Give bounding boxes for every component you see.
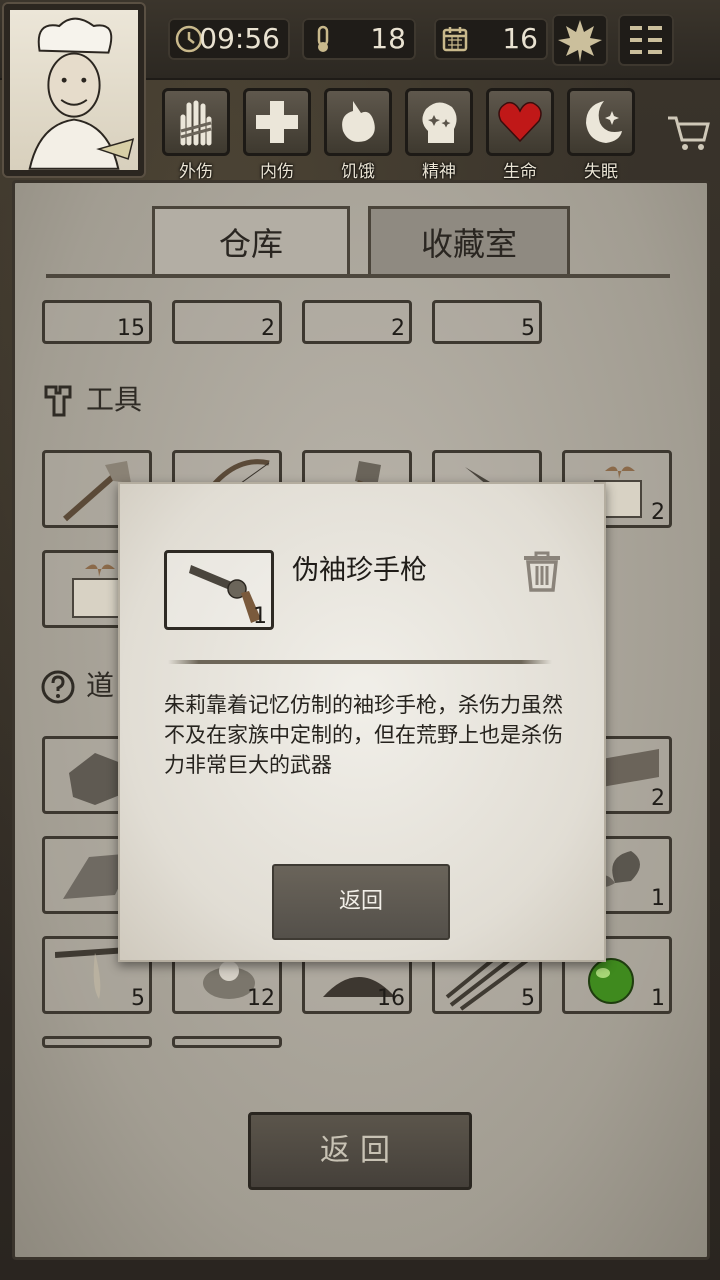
section-tools-label: 工具 <box>86 383 143 416</box>
status-external-injury[interactable]: 外伤 <box>162 88 230 182</box>
day-text: 16 <box>502 22 538 55</box>
status-label: 内伤 <box>260 162 294 182</box>
slot-count: 2 <box>261 316 275 341</box>
slot-count: 2 <box>651 500 665 525</box>
slot-count: 2 <box>391 316 405 341</box>
tab-warehouse[interactable]: 仓库 <box>152 206 350 276</box>
menu-icon <box>630 26 662 54</box>
status-label: 失眠 <box>584 162 618 182</box>
status-spirit[interactable]: 精神 <box>405 88 473 182</box>
status-life[interactable]: 生命 <box>486 88 554 182</box>
bandaged-hand-icon <box>180 100 212 146</box>
item-description: 朱莉靠着记忆仿制的袖珍手枪，杀伤力虽然不及在家族中定制的，但在荒野上也是杀伤力非… <box>164 693 563 777</box>
slot-count: 2 <box>651 786 665 811</box>
shop-cart-icon[interactable] <box>666 112 712 152</box>
status-insomnia[interactable]: 失眠 <box>567 88 635 182</box>
item-detail-slot: 1 <box>164 550 274 630</box>
status-label: 饥饿 <box>341 162 375 182</box>
day-display: 16 <box>434 18 548 60</box>
inventory-slot[interactable]: 2 <box>302 300 412 344</box>
slot-count: 15 <box>117 316 145 341</box>
slot-count: 12 <box>247 986 275 1011</box>
season-button[interactable] <box>552 14 608 66</box>
dialog-back-button[interactable]: 返回 <box>272 864 450 940</box>
status-hunger[interactable]: 饥饿 <box>324 88 392 182</box>
slot-count: 5 <box>521 316 535 341</box>
dialog-divider <box>168 660 552 664</box>
trash-icon[interactable] <box>520 550 564 592</box>
inventory-slot[interactable] <box>172 1036 282 1048</box>
status-label: 生命 <box>503 162 537 182</box>
tab-divider <box>46 274 670 278</box>
status-internal-injury[interactable]: 内伤 <box>243 88 311 182</box>
time-text: 09:56 <box>199 22 280 55</box>
section-props-label: 道 <box>86 669 115 702</box>
wrench-icon <box>44 385 72 417</box>
inventory-slot[interactable] <box>42 1036 152 1048</box>
heart-icon <box>498 101 542 143</box>
item-title: 伪袖珍手枪 <box>292 555 427 586</box>
calendar-icon <box>442 27 468 52</box>
inventory-slot[interactable]: 5 <box>432 300 542 344</box>
chef-portrait-icon <box>28 17 135 170</box>
item-detail-dialog: 1 伪袖珍手枪 朱莉靠着记忆仿制的袖珍手枪，杀伤力虽然不及在家族中定制的，但在荒… <box>118 482 606 962</box>
temperature-display: 18 <box>302 18 416 60</box>
clock-display: 09:56 <box>168 18 290 60</box>
slot-count: 1 <box>651 886 665 911</box>
item-count: 1 <box>253 604 267 629</box>
slot-count: 1 <box>651 986 665 1011</box>
slot-count: 5 <box>521 986 535 1011</box>
temperature-text: 18 <box>370 22 406 55</box>
cross-icon <box>256 101 298 143</box>
inventory-slot[interactable]: 15 <box>42 300 152 344</box>
moon-star-icon <box>586 101 622 143</box>
stomach-icon <box>342 101 375 142</box>
slot-count: 5 <box>131 986 145 1011</box>
menu-button[interactable] <box>618 14 674 66</box>
maple-leaf-icon <box>558 20 602 62</box>
inventory-slot[interactable]: 2 <box>172 300 282 344</box>
character-portrait[interactable] <box>4 4 144 176</box>
slot-count: 16 <box>377 986 405 1011</box>
section-props: 道 <box>40 664 114 705</box>
section-tools: 工具 <box>40 378 142 419</box>
status-label: 精神 <box>422 162 456 182</box>
tab-collection[interactable]: 收藏室 <box>368 206 570 276</box>
thermometer-icon <box>317 25 329 52</box>
status-label: 外伤 <box>179 162 213 182</box>
head-stars-icon <box>422 102 457 143</box>
back-button[interactable]: 返回 <box>248 1112 472 1190</box>
question-circle-icon <box>41 670 75 704</box>
